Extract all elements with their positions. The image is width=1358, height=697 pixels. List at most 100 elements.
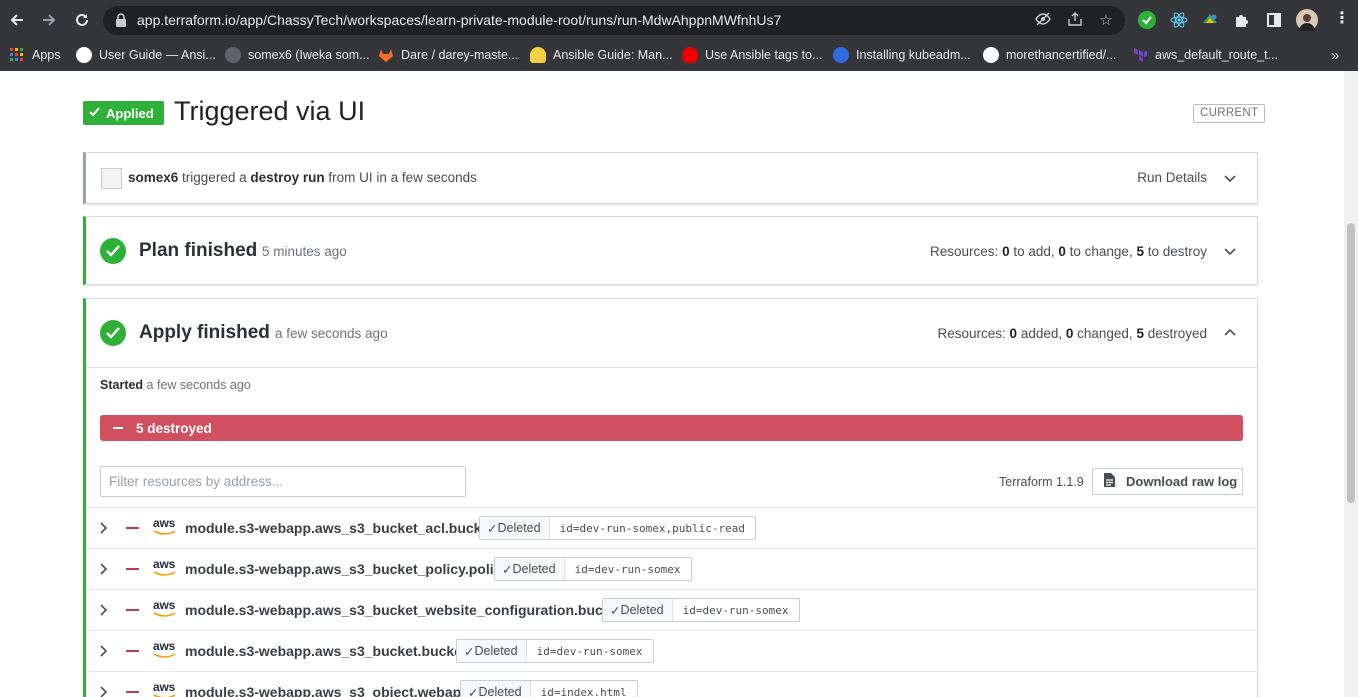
bookmark-label: Ansible Guide: Man... <box>553 48 673 62</box>
terraform-icon <box>1132 47 1148 63</box>
bookmark-apps[interactable]: Apps <box>9 45 61 65</box>
trigger-description: somex6 triggered a destroy run from UI i… <box>128 170 477 185</box>
scrollbar-thumb[interactable] <box>1347 223 1355 503</box>
page-scrollbar[interactable] <box>1344 71 1358 697</box>
resource-status-tag: ✓ Deleted id=dev-run-somex,public-read <box>479 516 757 540</box>
bookmark-user-guide[interactable]: User Guide — Ansi... <box>76 45 216 65</box>
bookmark-ansible-guide[interactable]: Ansible Guide: Man... <box>530 45 673 65</box>
bookmark-ansible-tags[interactable]: Use Ansible tags to... <box>682 45 822 65</box>
share-icon[interactable] <box>1066 12 1084 30</box>
aws-logo: aws <box>153 557 179 577</box>
chevron-right-icon[interactable] <box>98 644 110 658</box>
status-label: Applied <box>106 105 154 121</box>
trigger-text: triggered a <box>178 170 251 185</box>
bookmark-label: somex6 (Iweka som... <box>248 48 370 62</box>
eye-off-icon[interactable] <box>1034 12 1052 30</box>
bookmark-somex6[interactable]: somex6 (Iweka som... <box>225 45 370 65</box>
minus-icon <box>113 427 123 429</box>
chevron-down-icon[interactable] <box>1223 171 1237 185</box>
resource-id: id=dev-run-somex <box>536 644 643 658</box>
more-vert-icon[interactable]: ⋮ <box>1334 10 1350 28</box>
resource-address: module.s3-webapp.aws_s3_object.webapp <box>185 684 470 697</box>
plan-title: Plan finished <box>139 240 258 261</box>
extension-check-icon[interactable] <box>1138 11 1156 29</box>
globe-icon <box>76 47 92 63</box>
bookmarks-overflow-button[interactable]: » <box>1331 45 1339 65</box>
bookmark-aws-default-route[interactable]: aws_default_route_t... <box>1132 45 1278 65</box>
destroy-minus-icon <box>126 650 139 652</box>
resource-status-tag: ✓ Deleted id=index.html <box>460 680 638 697</box>
chevron-right-icon[interactable] <box>98 521 110 535</box>
chevron-right-icon[interactable] <box>98 603 110 617</box>
aws-logo: aws <box>153 598 179 618</box>
resource-address: module.s3-webapp.aws_s3_bucket_website_c… <box>185 602 624 618</box>
resource-row[interactable]: aws module.s3-webapp.aws_s3_bucket_polic… <box>86 548 1258 589</box>
resource-row[interactable]: aws module.s3-webapp.aws_s3_bucket_websi… <box>86 589 1258 630</box>
divider <box>86 367 1257 368</box>
check-icon: ✓ <box>610 603 621 618</box>
redhat-icon <box>682 47 698 63</box>
colorful-extension-icon[interactable] <box>1201 11 1219 29</box>
status-badge: Applied <box>83 101 164 125</box>
check-icon <box>89 106 100 120</box>
resource-row[interactable]: aws module.s3-webapp.aws_s3_bucket.bucke… <box>86 630 1258 671</box>
filter-resources-input[interactable] <box>100 466 466 497</box>
download-label: Download raw log <box>1126 474 1238 489</box>
destroy-minus-icon <box>126 609 139 611</box>
forward-arrow-icon[interactable] <box>38 9 60 31</box>
bookmark-label: User Guide — Ansi... <box>99 48 216 62</box>
check-icon: ✓ <box>487 521 498 536</box>
trigger-card: somex6 triggered a destroy run from UI i… <box>83 152 1258 204</box>
run-page: Applied Triggered via UI CURRENT somex6 … <box>0 71 1344 697</box>
chevron-right-icon[interactable] <box>98 562 110 576</box>
github-icon <box>225 47 241 63</box>
resource-id: id=dev-run-somex <box>682 603 789 617</box>
address-bar[interactable]: app.terraform.io/app/ChassyTech/workspac… <box>103 6 1125 35</box>
aws-logo: aws <box>153 639 179 659</box>
bookmark-kubeadm[interactable]: Installing kubeadm... <box>833 45 971 65</box>
trigger-action: destroy run <box>250 170 325 185</box>
apps-grid-icon <box>9 47 25 63</box>
trigger-text: from UI in a few seconds <box>324 170 477 185</box>
run-details-button[interactable]: Run Details <box>1137 170 1207 185</box>
resource-id: id=dev-run-somex,public-read <box>559 521 746 535</box>
back-arrow-icon[interactable] <box>6 9 28 31</box>
destroyed-summary-bar[interactable]: 5 destroyed <box>100 415 1243 441</box>
resource-status-tag: ✓ Deleted id=dev-run-somex <box>456 639 654 663</box>
reload-icon[interactable] <box>71 9 93 31</box>
terraform-version: Terraform 1.1.9 <box>999 475 1084 489</box>
chevron-down-icon[interactable] <box>1223 244 1237 258</box>
document-icon <box>1103 472 1116 491</box>
bookmark-morethancertified[interactable]: morethancertified/... <box>983 45 1116 65</box>
plan-time: 5 minutes ago <box>262 244 347 259</box>
chevron-up-icon[interactable] <box>1223 326 1237 340</box>
apply-time: a few seconds ago <box>275 326 388 341</box>
chevron-right-icon[interactable] <box>98 685 110 697</box>
bookmark-label: Apps <box>32 48 61 62</box>
download-raw-log-button[interactable]: Download raw log <box>1092 468 1243 495</box>
browser-chrome: app.terraform.io/app/ChassyTech/workspac… <box>0 0 1358 71</box>
check-icon: ✓ <box>502 562 513 577</box>
resource-row[interactable]: aws module.s3-webapp.aws_s3_bucket_acl.b… <box>86 507 1258 548</box>
check-icon: ✓ <box>464 644 475 659</box>
react-devtools-icon[interactable] <box>1170 11 1188 29</box>
success-check-icon <box>100 238 126 264</box>
resource-row[interactable]: aws module.s3-webapp.aws_s3_object.webap… <box>86 671 1258 697</box>
profile-avatar[interactable] <box>1296 9 1318 31</box>
apply-resources: Resources: 0 added, 0 changed, 5 destroy… <box>937 326 1207 341</box>
bookmark-dare[interactable]: Dare / darey-maste... <box>378 45 518 65</box>
star-icon[interactable]: ☆ <box>1097 12 1115 30</box>
github-icon <box>983 47 999 63</box>
apply-card: Apply finished a few seconds ago Resourc… <box>83 298 1258 697</box>
bookmark-label: morethancertified/... <box>1006 48 1117 62</box>
page-title: Triggered via UI <box>174 96 366 126</box>
resource-address: module.s3-webapp.aws_s3_bucket.bucket <box>185 643 467 659</box>
trigger-user[interactable]: somex6 <box>128 170 178 185</box>
puzzle-extensions-icon[interactable] <box>1233 11 1251 29</box>
gitlab-icon <box>378 47 394 63</box>
plan-card[interactable]: Plan finished 5 minutes ago Resources: 0… <box>83 216 1258 285</box>
lightbulb-icon <box>530 47 546 63</box>
aws-logo: aws <box>153 680 179 697</box>
side-panel-icon[interactable] <box>1265 11 1283 29</box>
bookmarks-bar: Apps User Guide — Ansi... somex6 (Iweka … <box>0 40 1358 71</box>
